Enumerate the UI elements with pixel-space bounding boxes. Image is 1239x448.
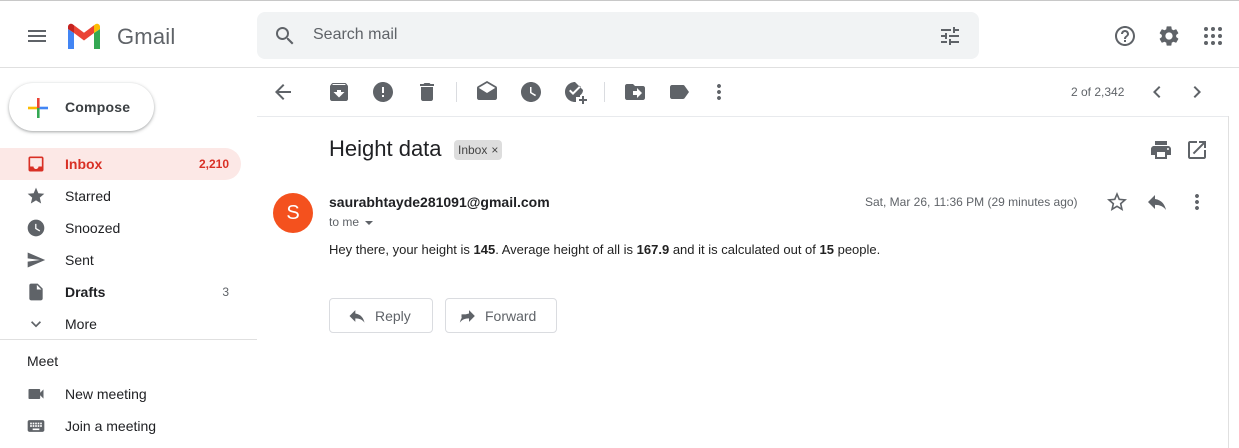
draft-count: 3	[222, 285, 229, 299]
inbox-icon	[26, 154, 46, 174]
more-vert-icon[interactable]	[707, 80, 731, 104]
email-body: Hey there, your height is 145. Average h…	[329, 242, 880, 257]
inbox-label-chip[interactable]: Inbox ×	[454, 140, 503, 160]
email-date: Sat, Mar 26, 11:36 PM (29 minutes ago)	[865, 195, 1078, 209]
toolbar-separator	[456, 82, 457, 102]
toolbar-divider	[257, 116, 1239, 117]
sidebar-item-label: New meeting	[65, 386, 147, 402]
recipient-details[interactable]: to me	[329, 215, 374, 229]
body-text-part: Hey there, your height is	[329, 242, 474, 257]
unread-count: 2,210	[198, 157, 229, 171]
open-in-new-icon[interactable]	[1185, 138, 1209, 162]
add-task-icon[interactable]	[563, 80, 587, 104]
delete-icon[interactable]	[415, 80, 439, 104]
body-text-part: and it is calculated out of	[669, 242, 820, 257]
print-icon[interactable]	[1149, 138, 1173, 162]
clock-icon	[26, 218, 46, 238]
snooze-icon[interactable]	[519, 80, 543, 104]
sidebar-item-sent[interactable]: Sent	[0, 244, 241, 276]
mark-unread-icon[interactable]	[475, 80, 499, 104]
send-icon	[26, 250, 46, 270]
avatar[interactable]: S	[273, 193, 313, 233]
body-text-part: people.	[833, 242, 881, 257]
back-arrow-icon[interactable]	[271, 80, 295, 104]
next-icon[interactable]	[1185, 80, 1209, 104]
star-icon	[26, 186, 46, 206]
reply-label: Reply	[375, 308, 411, 324]
sidebar-item-drafts[interactable]: Drafts 3	[0, 276, 241, 308]
sidebar-item-label: Sent	[65, 252, 94, 268]
scrollbar[interactable]	[1228, 116, 1239, 448]
sidebar-item-label: Inbox	[65, 156, 103, 172]
user-height-value: 145	[473, 242, 496, 257]
videocam-icon	[26, 384, 46, 404]
tune-icon[interactable]	[938, 24, 962, 48]
apps-icon[interactable]	[1201, 24, 1225, 48]
compose-button[interactable]: Compose	[9, 83, 154, 131]
body-text-part: . Average height of all is	[495, 242, 637, 257]
settings-icon[interactable]	[1157, 24, 1181, 48]
help-icon[interactable]	[1113, 24, 1137, 48]
forward-button[interactable]: Forward	[445, 298, 557, 333]
average-height-value: 167.9	[636, 242, 670, 257]
reply-icon[interactable]	[1145, 190, 1169, 214]
search-input[interactable]	[313, 20, 913, 50]
search-icon[interactable]	[273, 24, 297, 48]
menu-icon[interactable]	[25, 24, 49, 48]
compose-plus-icon	[26, 96, 50, 120]
meet-section-title: Meet	[27, 353, 59, 369]
sidebar-item-more[interactable]: More	[0, 308, 241, 340]
draft-icon	[26, 282, 46, 302]
app-name: Gmail	[117, 24, 176, 49]
star-icon[interactable]	[1105, 190, 1129, 214]
people-count-value: 15	[819, 242, 834, 257]
sidebar-item-label: Starred	[65, 188, 111, 204]
pager-count: 2 of 2,342	[1071, 85, 1125, 99]
sidebar-item-new-meeting[interactable]: New meeting	[0, 378, 241, 410]
reply-arrow-icon	[349, 310, 365, 323]
recipient-text: to me	[329, 215, 360, 229]
remove-label-icon[interactable]: ×	[491, 143, 498, 157]
toolbar-separator	[604, 82, 605, 102]
compose-label: Compose	[65, 99, 131, 115]
dropdown-arrow-icon[interactable]	[364, 218, 374, 228]
sidebar-divider	[0, 339, 257, 340]
label-icon[interactable]	[667, 80, 691, 104]
sidebar-item-join-meeting[interactable]: Join a meeting	[0, 410, 241, 442]
sidebar-item-snoozed[interactable]: Snoozed	[0, 212, 241, 244]
archive-icon[interactable]	[327, 80, 351, 104]
top-bar: Gmail	[0, 4, 1239, 68]
sidebar-item-starred[interactable]: Starred	[0, 180, 241, 212]
sidebar-item-label: More	[65, 316, 97, 332]
reply-button[interactable]: Reply	[329, 298, 433, 333]
sidebar-item-inbox[interactable]: Inbox 2,210	[0, 148, 241, 180]
sidebar-item-label: Snoozed	[65, 220, 121, 236]
email-subject: Height data	[329, 136, 442, 161]
report-spam-icon[interactable]	[371, 80, 395, 104]
forward-label: Forward	[485, 308, 537, 324]
gmail-logo-icon[interactable]	[66, 22, 102, 52]
sidebar-item-label: Drafts	[65, 284, 106, 300]
keyboard-icon	[26, 416, 46, 436]
sender-email[interactable]: saurabhtayde281091@gmail.com	[329, 194, 550, 210]
search-bar[interactable]	[257, 12, 979, 59]
move-to-icon[interactable]	[623, 80, 647, 104]
forward-arrow-icon	[459, 310, 475, 323]
prev-icon[interactable]	[1145, 80, 1169, 104]
message-more-vert-icon[interactable]	[1185, 190, 1209, 214]
sidebar-item-label: Join a meeting	[65, 418, 157, 434]
chevron-down-icon	[26, 314, 46, 334]
label-chip-text: Inbox	[458, 143, 488, 157]
